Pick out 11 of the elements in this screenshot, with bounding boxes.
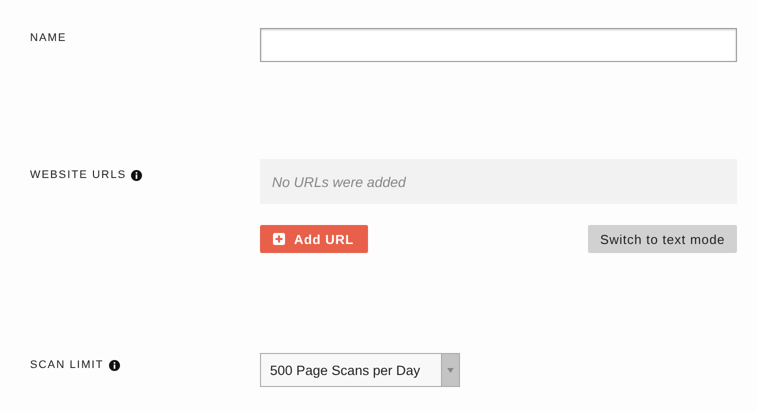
field-label: WEBSITE URLS <box>30 169 126 181</box>
scan-limit-dropdown[interactable]: 500 Page Scans per Day <box>260 353 460 387</box>
info-icon[interactable] <box>108 360 120 370</box>
caret-icon <box>447 368 454 372</box>
url-list-empty: No URLs were added <box>260 159 737 204</box>
plus-icon <box>273 233 285 245</box>
field-label: SCAN LIMIT <box>30 359 104 371</box>
switch-mode-button[interactable]: Switch to text mode <box>588 225 737 253</box>
name-input-field[interactable] <box>260 28 737 62</box>
info-icon[interactable] <box>131 170 142 180</box>
field-label: NAME <box>30 32 67 44</box>
